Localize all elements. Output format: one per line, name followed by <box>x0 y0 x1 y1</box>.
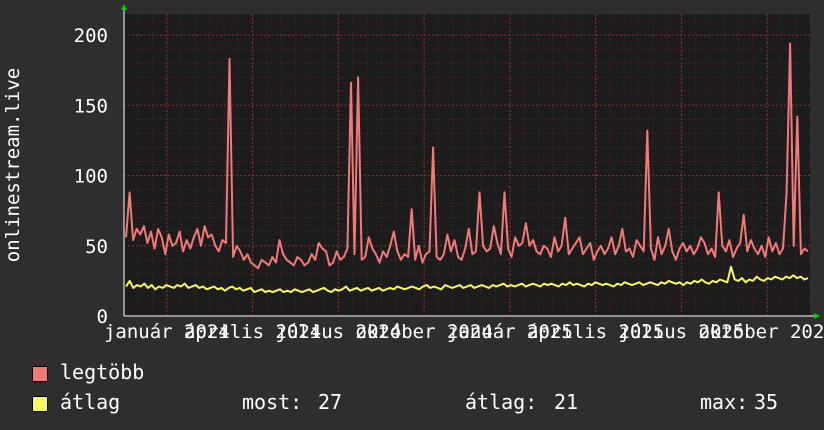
y-tick-label: 150 <box>74 95 108 117</box>
legend-row-avg: átlag most: 27 átlag: 21 max: 35 <box>32 390 812 416</box>
legend-label-avg: átlag <box>60 390 121 414</box>
y-axis-arrow <box>121 4 127 10</box>
x-tick-labels: január 2024április 2024július 2024októbe… <box>104 321 824 343</box>
stat-max-value: 35 <box>754 390 779 414</box>
stat-now-value: 27 <box>318 390 343 414</box>
x-axis-arrow <box>814 313 820 319</box>
legend-row-max: legtöbb <box>32 360 812 386</box>
y-axis-title: onlinestream.live <box>2 68 24 262</box>
legend-swatch-avg <box>32 396 48 412</box>
x-tick-label: október 2025 <box>698 321 824 343</box>
y-tick-label: 200 <box>74 25 108 47</box>
stat-avg-label: átlag: <box>465 390 538 414</box>
legend-label-max: legtöbb <box>60 360 145 384</box>
stat-max-label: max: <box>700 390 749 414</box>
stat-now-label: most: <box>242 390 303 414</box>
y-tick-label: 100 <box>74 166 108 188</box>
y-tick-labels: 050100150200 <box>74 25 108 328</box>
y-tick-label: 50 <box>85 236 108 258</box>
legend-swatch-max <box>32 366 48 382</box>
stat-avg-value: 21 <box>554 390 579 414</box>
